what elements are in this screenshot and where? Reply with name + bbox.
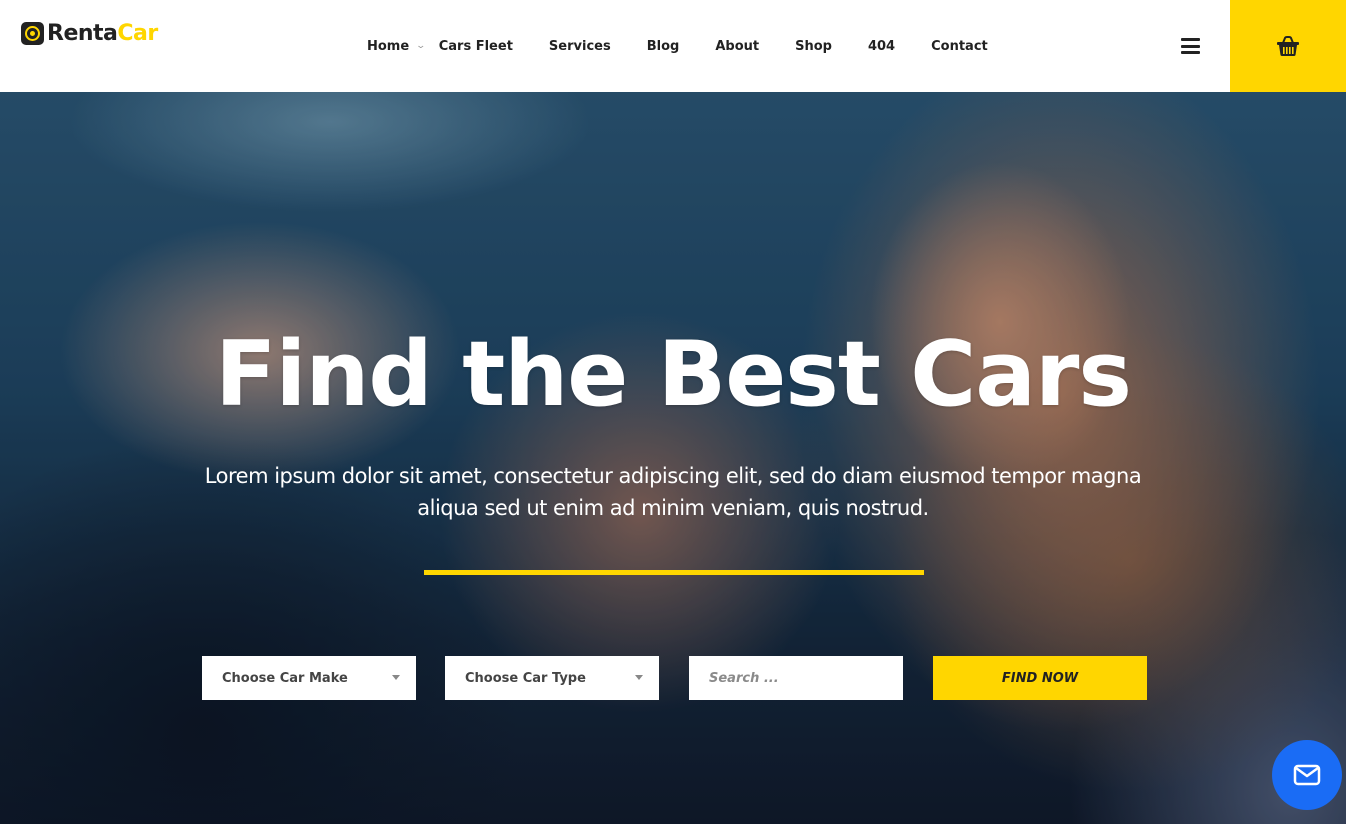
nav-item-cars-fleet[interactable]: Cars Fleet xyxy=(439,39,513,54)
hero-subtitle: Lorem ipsum dolor sit amet, consectetur … xyxy=(204,464,1142,520)
hero-divider xyxy=(424,570,924,575)
nav-item-contact[interactable]: Contact xyxy=(931,39,988,54)
basket-icon xyxy=(1277,36,1299,56)
chevron-down-icon: ⌄ xyxy=(415,41,427,51)
nav-item-label: Shop xyxy=(795,38,832,54)
nav-item-label: Services xyxy=(548,38,611,54)
hero-title: Find the Best Cars xyxy=(215,322,1132,427)
site-logo[interactable]: RentaCar xyxy=(21,22,158,45)
nav-item-services[interactable]: Services xyxy=(549,39,611,54)
cart-button[interactable] xyxy=(1230,0,1346,92)
hero-section: Find the Best Cars Lorem ipsum dolor sit… xyxy=(0,92,1346,824)
main-nav: Home ⌄ Cars Fleet Services Blog About Sh… xyxy=(367,36,988,56)
nav-item-label: Home xyxy=(367,38,410,54)
nav-item-shop[interactable]: Shop xyxy=(795,39,832,54)
nav-item-label: Blog xyxy=(646,38,680,54)
logo-text-car: Car xyxy=(117,20,158,46)
car-make-select[interactable]: Choose Car Make xyxy=(202,656,416,700)
envelope-icon xyxy=(1293,764,1321,786)
car-type-selected: Choose Car Type xyxy=(465,670,586,686)
car-make-selected: Choose Car Make xyxy=(222,670,348,686)
search-input[interactable] xyxy=(689,656,903,700)
nav-item-home[interactable]: Home ⌄ xyxy=(367,38,427,54)
tire-icon xyxy=(21,22,44,45)
nav-item-404[interactable]: 404 xyxy=(868,39,895,54)
contact-fab-button[interactable] xyxy=(1272,740,1342,810)
hamburger-icon[interactable] xyxy=(1181,38,1200,54)
site-header: RentaCar Home ⌄ Cars Fleet Services Blog… xyxy=(0,0,1346,92)
nav-item-label: Contact xyxy=(931,38,988,54)
car-search-form: Choose Car Make Choose Car Type FIND NOW xyxy=(0,656,1346,700)
nav-item-about[interactable]: About xyxy=(715,39,759,54)
logo-text: RentaCar xyxy=(47,20,158,46)
caret-down-icon xyxy=(392,675,400,680)
logo-text-renta: Renta xyxy=(47,20,118,46)
nav-item-label: 404 xyxy=(867,38,896,54)
nav-item-label: Cars Fleet xyxy=(438,38,513,54)
car-type-select[interactable]: Choose Car Type xyxy=(445,656,659,700)
caret-down-icon xyxy=(635,675,643,680)
nav-item-blog[interactable]: Blog xyxy=(647,39,680,54)
find-now-button[interactable]: FIND NOW xyxy=(933,656,1147,700)
nav-item-label: About xyxy=(715,38,760,54)
